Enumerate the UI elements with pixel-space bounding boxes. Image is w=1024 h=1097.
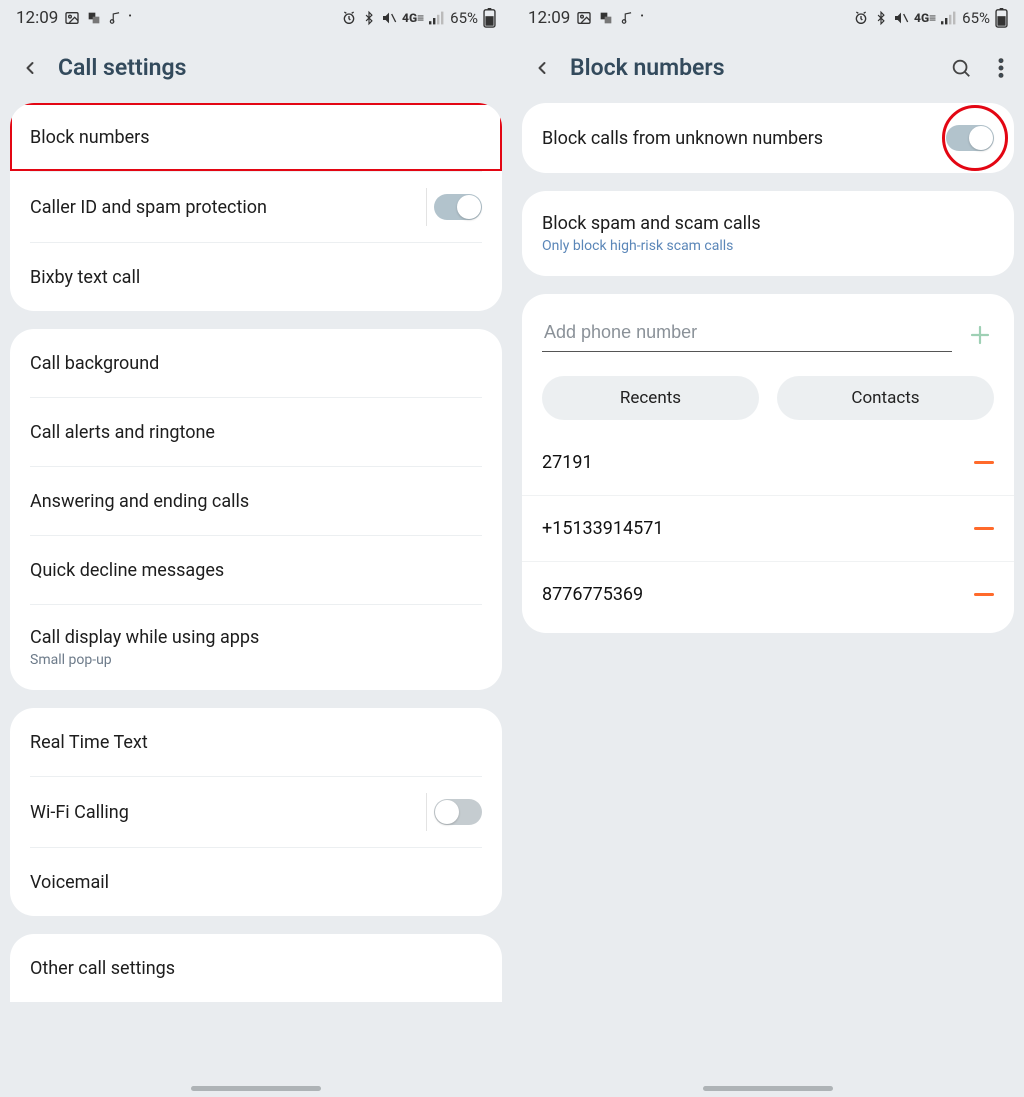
blocked-number: 27191 — [542, 452, 974, 473]
app-header: Call settings — [0, 36, 512, 103]
row-label: Real Time Text — [30, 732, 482, 753]
mute-icon — [893, 10, 909, 26]
gallery-icon — [64, 10, 80, 26]
row-quick-decline[interactable]: Quick decline messages — [10, 536, 502, 604]
battery-percent: 65% — [450, 9, 478, 27]
back-icon[interactable] — [20, 58, 40, 78]
row-call-background[interactable]: Call background — [10, 329, 502, 397]
row-label: Answering and ending calls — [30, 491, 482, 512]
toggle-wifi-calling[interactable] — [434, 799, 482, 825]
phone-left: 12:09 • 4G≡ — [0, 0, 512, 1097]
home-indicator[interactable] — [703, 1086, 833, 1091]
row-voicemail[interactable]: Voicemail — [10, 848, 502, 916]
status-time: 12:09 — [16, 8, 58, 28]
settings-group: Real Time Text Wi-Fi Calling Voicemail — [10, 708, 502, 916]
page-title: Call settings — [58, 54, 492, 81]
row-answering-ending[interactable]: Answering and ending calls — [10, 467, 502, 535]
battery-icon — [995, 8, 1008, 28]
row-bixby-text-call[interactable]: Bixby text call — [10, 243, 502, 311]
music-note-icon — [620, 11, 634, 25]
settings-group: Call background Call alerts and ringtone… — [10, 329, 502, 690]
phone-right: 12:09 • 4G≡ — [512, 0, 1024, 1097]
row-label: Block numbers — [30, 127, 482, 148]
battery-icon — [483, 8, 496, 28]
row-block-unknown[interactable]: Block calls from unknown numbers — [522, 103, 1014, 173]
network-type: 4G≡ — [914, 11, 936, 25]
row-label: Bixby text call — [30, 267, 482, 288]
status-bar: 12:09 • 4G≡ — [512, 0, 1024, 36]
row-label: Call display while using apps — [30, 627, 482, 648]
toggle-block-unknown[interactable] — [946, 125, 994, 151]
page-title: Block numbers — [570, 54, 932, 81]
row-caller-id-spam[interactable]: Caller ID and spam protection — [10, 172, 502, 242]
alarm-icon — [341, 10, 357, 26]
row-label: Caller ID and spam protection — [30, 197, 422, 218]
blocked-number: 8776775369 — [542, 584, 974, 605]
notification-dot-icon: • — [128, 11, 131, 22]
mute-icon — [381, 10, 397, 26]
row-label: Quick decline messages — [30, 560, 482, 581]
row-real-time-text[interactable]: Real Time Text — [10, 708, 502, 776]
blocked-row: 27191 — [522, 430, 1014, 495]
row-sublabel: Only block high-risk scam calls — [542, 238, 994, 254]
notification-dot-icon: • — [640, 11, 643, 22]
bluetooth-icon — [362, 10, 376, 26]
row-label: Block calls from unknown numbers — [542, 128, 934, 149]
add-number-card: Recents Contacts 27191 +15133914571 8776… — [522, 294, 1014, 633]
settings-group: Block numbers Caller ID and spam protect… — [10, 103, 502, 311]
block-unknown-card: Block calls from unknown numbers — [522, 103, 1014, 173]
row-label: Block spam and scam calls — [542, 213, 994, 234]
blocked-number: +15133914571 — [542, 518, 974, 539]
row-call-alerts-ringtone[interactable]: Call alerts and ringtone — [10, 398, 502, 466]
remove-number-button[interactable] — [974, 527, 994, 530]
more-icon[interactable] — [998, 57, 1004, 79]
settings-group: Other call settings — [10, 934, 502, 1002]
row-sublabel: Small pop-up — [30, 652, 482, 668]
bluetooth-icon — [874, 10, 888, 26]
music-note-icon — [108, 11, 122, 25]
toggle-caller-id-spam[interactable] — [434, 194, 482, 220]
row-label: Voicemail — [30, 872, 482, 893]
add-number-button[interactable] — [966, 321, 994, 349]
chip-label: Contacts — [851, 388, 919, 408]
blocked-row: +15133914571 — [522, 495, 1014, 561]
remove-number-button[interactable] — [974, 593, 994, 596]
alarm-icon — [853, 10, 869, 26]
blocked-row: 8776775369 — [522, 561, 1014, 627]
remove-number-button[interactable] — [974, 461, 994, 464]
gallery-icon — [576, 10, 592, 26]
row-label: Call background — [30, 353, 482, 374]
back-icon[interactable] — [532, 58, 552, 78]
row-block-numbers[interactable]: Block numbers — [10, 103, 502, 171]
row-wifi-calling[interactable]: Wi-Fi Calling — [10, 777, 502, 847]
row-label: Wi-Fi Calling — [30, 802, 422, 823]
app-header: Block numbers — [512, 36, 1024, 103]
signal-icon — [941, 11, 957, 25]
add-phone-input[interactable] — [542, 318, 952, 352]
overlap-icon — [86, 10, 102, 26]
contacts-button[interactable]: Contacts — [777, 376, 994, 420]
network-type: 4G≡ — [402, 11, 424, 25]
home-indicator[interactable] — [191, 1086, 321, 1091]
row-call-display-apps[interactable]: Call display while using apps Small pop-… — [10, 605, 502, 690]
block-spam-card: Block spam and scam calls Only block hig… — [522, 191, 1014, 276]
search-icon[interactable] — [950, 57, 972, 79]
overlap-icon — [598, 10, 614, 26]
battery-percent: 65% — [962, 9, 990, 27]
recents-button[interactable]: Recents — [542, 376, 759, 420]
row-block-spam[interactable]: Block spam and scam calls Only block hig… — [522, 191, 1014, 276]
status-bar: 12:09 • 4G≡ — [0, 0, 512, 36]
row-other-settings[interactable]: Other call settings — [10, 934, 502, 1002]
signal-icon — [429, 11, 445, 25]
status-time: 12:09 — [528, 8, 570, 28]
chip-label: Recents — [620, 388, 681, 408]
row-label: Other call settings — [30, 958, 482, 979]
row-label: Call alerts and ringtone — [30, 422, 482, 443]
